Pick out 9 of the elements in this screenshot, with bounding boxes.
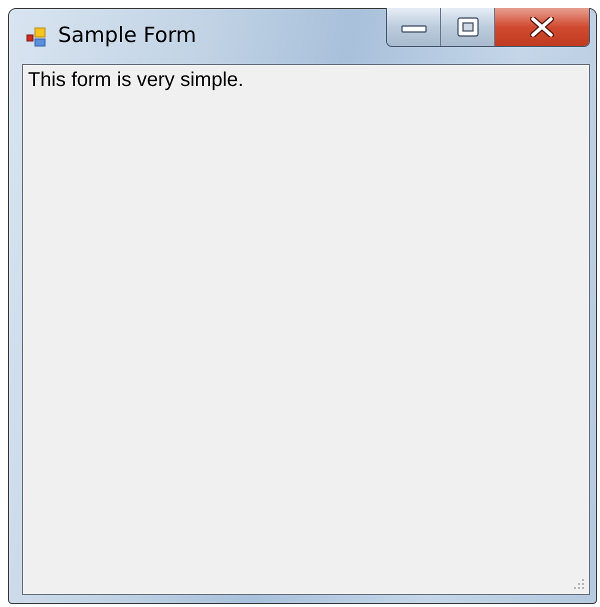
form-label: This form is very simple. — [28, 69, 245, 92]
maximize-button[interactable] — [441, 8, 495, 46]
resize-grip-icon[interactable] — [573, 578, 585, 590]
maximize-icon — [456, 17, 478, 37]
window-title: Sample Form — [58, 23, 196, 47]
app-icon — [26, 26, 48, 48]
close-button[interactable] — [495, 8, 589, 46]
close-icon — [529, 17, 555, 37]
minimize-button[interactable] — [387, 8, 441, 46]
